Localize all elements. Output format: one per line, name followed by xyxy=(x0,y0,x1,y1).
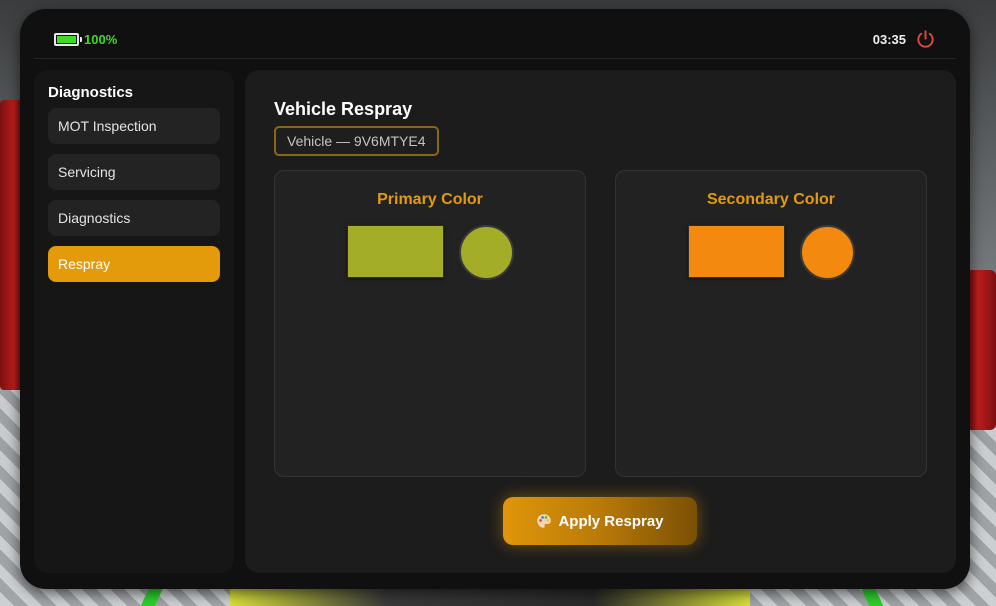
sidebar-item-servicing[interactable]: Servicing xyxy=(48,154,220,190)
status-bar: 100% 03:35 xyxy=(34,21,956,59)
sidebar-item-diagnostics[interactable]: Diagnostics xyxy=(48,200,220,236)
battery-percentage: 100% xyxy=(84,32,118,47)
vehicle-plate-badge: Vehicle — 9V6MTYE4 xyxy=(274,126,439,156)
sidebar-item-label: Servicing xyxy=(58,164,116,180)
sidebar-item-label: MOT Inspection xyxy=(58,118,157,134)
sidebar: Diagnostics MOT Inspection Servicing Dia… xyxy=(34,70,234,573)
sidebar-item-mot-inspection[interactable]: MOT Inspection xyxy=(48,108,220,144)
respray-panel: Vehicle Respray Vehicle — 9V6MTYE4 Prima… xyxy=(245,70,956,573)
sidebar-menu: MOT Inspection Servicing Diagnostics Res… xyxy=(48,108,220,282)
primary-color-swatch[interactable] xyxy=(347,225,444,278)
primary-color-preview[interactable] xyxy=(459,225,514,280)
secondary-color-card: Secondary Color xyxy=(615,170,927,477)
secondary-color-title: Secondary Color xyxy=(706,191,836,208)
sidebar-item-label: Respray xyxy=(58,256,111,272)
tablet-frame: 100% 03:35 Diagnostics MOT Inspection Se… xyxy=(20,9,970,589)
apply-respray-button[interactable]: Apply Respray xyxy=(503,497,697,545)
status-right: 03:35 xyxy=(873,29,936,50)
page-title: Vehicle Respray xyxy=(274,99,413,119)
garage-machine-right xyxy=(966,270,996,430)
battery-indicator: 100% xyxy=(54,32,117,47)
sidebar-item-label: Diagnostics xyxy=(58,210,131,226)
apply-respray-label: Apply Respray xyxy=(558,512,664,530)
clock: 03:35 xyxy=(872,32,906,47)
secondary-color-preview[interactable] xyxy=(800,225,855,280)
sidebar-title: Diagnostics xyxy=(48,84,134,101)
sidebar-item-respray[interactable]: Respray xyxy=(48,246,220,282)
battery-icon xyxy=(54,33,82,46)
primary-color-card: Primary Color xyxy=(274,170,586,477)
primary-color-title: Primary Color xyxy=(377,191,483,208)
palette-icon xyxy=(537,514,552,528)
secondary-color-swatch[interactable] xyxy=(688,225,785,278)
battery-fill xyxy=(57,36,76,43)
power-icon[interactable] xyxy=(915,29,936,50)
